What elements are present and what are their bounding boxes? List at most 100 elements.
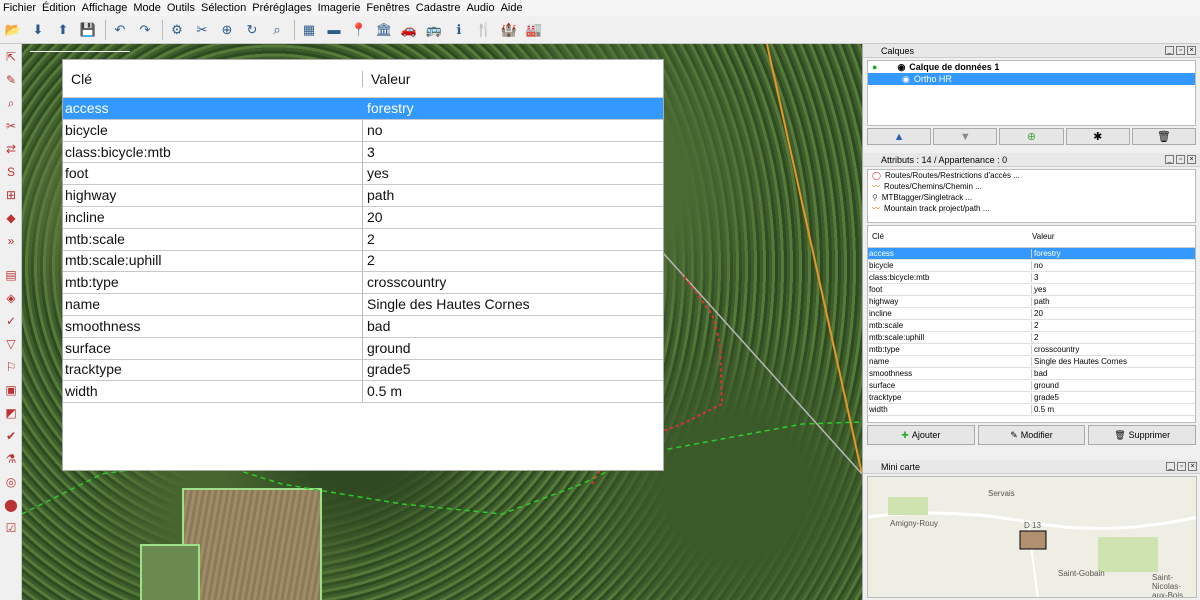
- tag-table-key-header[interactable]: Clé: [63, 70, 363, 87]
- move-up-button[interactable]: ▲: [867, 128, 932, 145]
- tag-row[interactable]: incline 20: [63, 206, 663, 229]
- zoom-tool-icon[interactable]: ⌕: [1, 93, 21, 113]
- zoom-icon[interactable]: ⌕: [266, 19, 288, 41]
- castle-icon[interactable]: 🏰: [498, 19, 520, 41]
- tag-table-value-header[interactable]: Valeur: [363, 71, 663, 87]
- download-icon[interactable]: ⬇: [27, 19, 49, 41]
- toggle-checklist-icon[interactable]: ☑: [1, 518, 21, 538]
- add-button[interactable]: ✚ Ajouter: [867, 425, 975, 445]
- tag-row[interactable]: mtb:scale 2: [63, 228, 663, 251]
- tag-table[interactable]: Clé Valeur access forestry bicycle no class:…: [62, 59, 664, 471]
- menu-item[interactable]: Édition: [39, 0, 79, 16]
- refresh-icon[interactable]: ↻: [241, 19, 263, 41]
- draw-tool-icon[interactable]: ✎: [1, 70, 21, 90]
- menu-item[interactable]: Fichier: [0, 0, 39, 16]
- attribute-table[interactable]: Clé Valeur access forestry bicycle no class:…: [867, 225, 1196, 423]
- attribute-row[interactable]: incline 20: [868, 308, 1195, 320]
- minimize-icon[interactable]: _: [1165, 46, 1174, 55]
- layer-item[interactable]: ◉ Ortho HR: [868, 73, 1195, 85]
- menu-item[interactable]: Imagerie: [315, 0, 364, 16]
- stripe-icon[interactable]: ▬: [323, 19, 345, 41]
- tag-row[interactable]: access forestry: [63, 97, 663, 120]
- delete-button[interactable]: 🗑 Supprimer: [1088, 425, 1197, 445]
- attribute-row[interactable]: smoothness bad: [868, 368, 1195, 380]
- toggle-validator-icon[interactable]: ✓: [1, 311, 21, 331]
- move-down-button[interactable]: ▼: [933, 128, 998, 145]
- tag-row[interactable]: highway path: [63, 185, 663, 207]
- delete-tool-icon[interactable]: ✂: [1, 116, 21, 136]
- tag-row[interactable]: bicycle no: [63, 119, 663, 142]
- menu-item[interactable]: Sélection: [198, 0, 249, 16]
- preset-item[interactable]: ⚲ MTBtagger/Singletrack ...: [868, 192, 1195, 203]
- edit-button[interactable]: ✎ Modifier: [977, 425, 1086, 445]
- visibility-icon[interactable]: ◉: [902, 74, 910, 85]
- select-tool-icon[interactable]: ⇱: [1, 47, 21, 67]
- upload-icon[interactable]: ⬆: [52, 19, 74, 41]
- building-icon[interactable]: 🏛: [373, 19, 395, 41]
- visibility-icon[interactable]: ◉: [897, 62, 905, 73]
- preferences-icon[interactable]: ⚙: [166, 19, 188, 41]
- attribute-row[interactable]: mtb:scale:uphill 2: [868, 332, 1195, 344]
- attribute-row[interactable]: foot yes: [868, 284, 1195, 296]
- toggle-mapper-icon[interactable]: ⚐: [1, 357, 21, 377]
- combine-icon[interactable]: ⊕: [216, 19, 238, 41]
- open-icon[interactable]: 📂: [2, 19, 24, 41]
- delete-layer-button[interactable]: 🗑: [1131, 128, 1197, 145]
- toggle-globe-icon[interactable]: ◎: [1, 472, 21, 492]
- more-tools-icon[interactable]: »: [1, 231, 21, 251]
- detach-icon[interactable]: ▫: [1176, 155, 1185, 164]
- parallel-tool-icon[interactable]: ⇄: [1, 139, 21, 159]
- menu-item[interactable]: Outils: [164, 0, 198, 16]
- preset-item[interactable]: 〰 Routes/Chemins/Chemin ...: [868, 181, 1195, 192]
- save-icon[interactable]: 💾: [77, 19, 99, 41]
- food-icon[interactable]: 🍴: [473, 19, 495, 41]
- detach-icon[interactable]: ▫: [1177, 462, 1186, 471]
- attribute-row[interactable]: name Single des Hautes Cornes: [868, 356, 1195, 368]
- align-tool-icon[interactable]: ⊞: [1, 185, 21, 205]
- layer-item[interactable]: ● ◉ Calque de données 1: [868, 61, 1195, 73]
- tag-row[interactable]: name Single des Hautes Cornes: [63, 294, 663, 316]
- toggle-tags-icon[interactable]: ◈: [1, 288, 21, 308]
- car-icon[interactable]: 🚗: [398, 19, 420, 41]
- minimap[interactable]: Servais Amigny-Rouy D 13 Saint-Gobain Sa…: [867, 476, 1197, 598]
- menu-item[interactable]: Audio: [463, 0, 497, 16]
- attribute-key-header[interactable]: Clé: [868, 232, 1032, 241]
- factory-icon[interactable]: 🏭: [523, 19, 545, 41]
- attribute-row[interactable]: width 0.5 m: [868, 404, 1195, 416]
- toggle-layers-icon[interactable]: ▤: [1, 265, 21, 285]
- map-view[interactable]: Clé Valeur access forestry bicycle no class:…: [22, 44, 862, 600]
- attribute-row[interactable]: mtb:type crosscountry: [868, 344, 1195, 356]
- toggle-filter-icon[interactable]: ▽: [1, 334, 21, 354]
- menu-item[interactable]: Fenêtres: [363, 0, 412, 16]
- toggle-minimap-icon[interactable]: ▣: [1, 380, 21, 400]
- attribute-row[interactable]: access forestry: [868, 248, 1195, 260]
- attribute-row[interactable]: mtb:scale 2: [868, 320, 1195, 332]
- undo-icon[interactable]: ↶: [109, 19, 131, 41]
- close-icon[interactable]: ×: [1187, 155, 1196, 164]
- redo-icon[interactable]: ↷: [134, 19, 156, 41]
- menu-item[interactable]: Cadastre: [413, 0, 464, 16]
- menu-item[interactable]: Aide: [498, 0, 526, 16]
- close-icon[interactable]: ×: [1187, 46, 1196, 55]
- tag-row[interactable]: smoothness bad: [63, 315, 663, 338]
- tag-row[interactable]: width 0.5 m: [63, 381, 663, 404]
- bus-icon[interactable]: 🚌: [423, 19, 445, 41]
- minimize-icon[interactable]: _: [1166, 462, 1175, 471]
- attribute-row[interactable]: tracktype grade5: [868, 392, 1195, 404]
- info-icon[interactable]: ℹ: [448, 19, 470, 41]
- toggle-validate-icon[interactable]: ✔: [1, 426, 21, 446]
- road-icon[interactable]: ▦: [298, 19, 320, 41]
- orthogonal-tool-icon[interactable]: ◆: [1, 208, 21, 228]
- improve-way-tool-icon[interactable]: S: [1, 162, 21, 182]
- attribute-row[interactable]: class:bicycle:mtb 3: [868, 272, 1195, 284]
- tag-row[interactable]: tracktype grade5: [63, 359, 663, 382]
- split-icon[interactable]: ✂: [191, 19, 213, 41]
- toggle-funnel-icon[interactable]: ⚗: [1, 449, 21, 469]
- minimize-icon[interactable]: _: [1165, 155, 1174, 164]
- preset-item[interactable]: ◯ Routes/Routes/Restrictions d'accès ...: [868, 170, 1195, 181]
- tag-row[interactable]: foot yes: [63, 163, 663, 186]
- menu-item[interactable]: Préréglages: [249, 0, 314, 16]
- pin-icon[interactable]: 📍: [348, 19, 370, 41]
- tag-row[interactable]: mtb:scale:uphill 2: [63, 250, 663, 273]
- detach-icon[interactable]: ▫: [1176, 46, 1185, 55]
